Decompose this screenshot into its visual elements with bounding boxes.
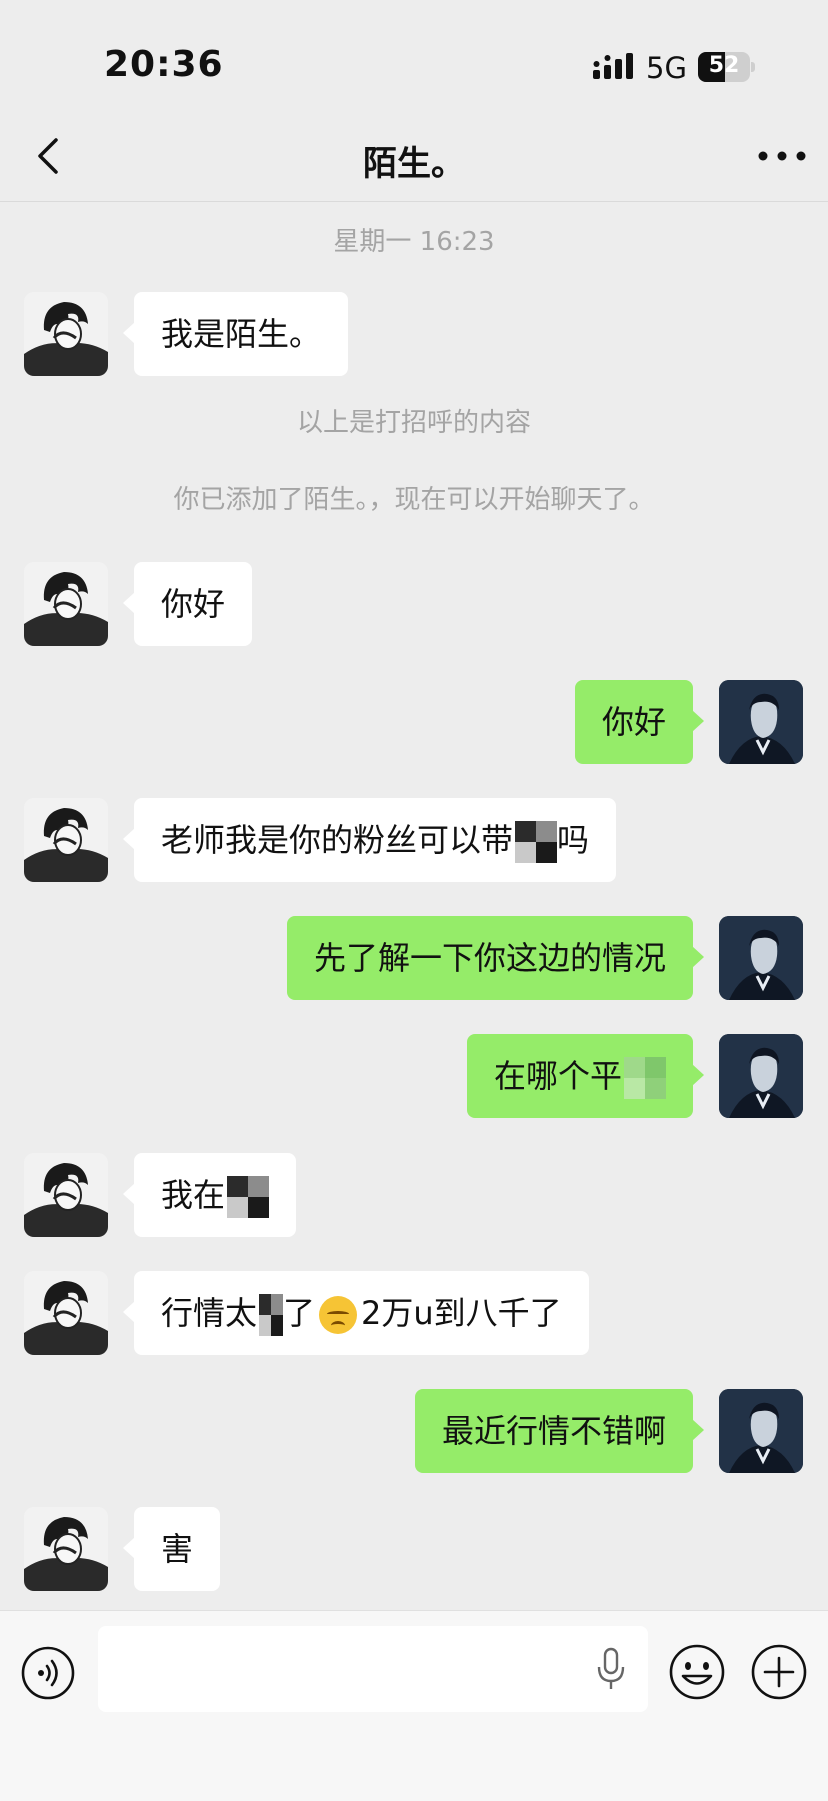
contact-avatar[interactable] [24, 798, 108, 882]
redaction-mosaic [259, 1294, 284, 1336]
greeting-note: 以上是打招呼的内容 [296, 408, 531, 438]
outgoing-bubble[interactable]: 先了解一下你这边的情况 [286, 916, 705, 1000]
outgoing-bubble[interactable]: 你好 [574, 680, 705, 764]
chat-header: 陌生。 [0, 110, 828, 202]
sketch-avatar-icon [24, 1153, 108, 1237]
message-text: 我在 [161, 1176, 226, 1214]
incoming-bubble[interactable]: 老师我是你的粉丝可以带 吗 [122, 798, 617, 882]
message-text: 老师我是你的粉丝可以带 [161, 821, 514, 859]
portrait-avatar-icon [719, 680, 803, 764]
sketch-avatar-icon [24, 1271, 108, 1355]
contact-avatar[interactable] [24, 292, 108, 376]
chat-area[interactable]: 星期一 16:23 我是陌生。 以上是打招呼的内容 你已添加了陌生。，现在可以开… [0, 203, 828, 1610]
message-row: 你好 [0, 562, 828, 646]
sketch-avatar-icon [24, 1507, 108, 1591]
incoming-bubble[interactable]: 你好 [122, 562, 253, 646]
outgoing-bubble[interactable]: 在哪个平 [466, 1034, 705, 1118]
my-avatar[interactable] [719, 916, 803, 1000]
portrait-avatar-icon [719, 1389, 803, 1473]
message-text-tail: 2万u到八千了 [361, 1294, 562, 1332]
incoming-bubble[interactable]: 行情太了 2万u到八千了 [123, 1271, 589, 1355]
emoji-icon[interactable] [668, 1643, 726, 1701]
redaction-mosaic [227, 1176, 270, 1218]
battery-level: 52 [708, 53, 740, 78]
incoming-bubble[interactable]: 害 [122, 1507, 221, 1591]
message-text: 行情太 [161, 1294, 258, 1332]
voice-icon[interactable] [20, 1645, 76, 1701]
portrait-avatar-icon [719, 916, 803, 1000]
message-row: 我在 [0, 1153, 828, 1237]
my-avatar[interactable] [719, 1034, 803, 1118]
incoming-bubble[interactable]: 我在 [122, 1153, 297, 1237]
message-row: 你好 [0, 680, 828, 764]
portrait-avatar-icon [719, 1034, 803, 1118]
friend-added-note: 你已添加了陌生。，现在可以开始聊天了。 [173, 485, 655, 515]
redaction-mosaic [515, 821, 558, 863]
network-type: 5G [646, 51, 687, 85]
my-avatar[interactable] [719, 680, 803, 764]
message-row: 老师我是你的粉丝可以带 吗 [0, 798, 828, 882]
message-row: 最近行情不错啊 [0, 1389, 828, 1473]
contact-avatar[interactable] [24, 1271, 108, 1355]
contact-avatar[interactable] [24, 1153, 108, 1237]
sketch-avatar-icon [24, 798, 108, 882]
message-row: 我是陌生。 [0, 292, 828, 376]
plus-icon[interactable] [750, 1643, 808, 1701]
message-row: 行情太了 2万u到八千了 [0, 1271, 828, 1355]
microphone-icon[interactable] [594, 1647, 628, 1691]
battery-icon: 52 [698, 52, 756, 82]
message-input[interactable] [98, 1626, 648, 1712]
message-row: 在哪个平 [0, 1034, 828, 1118]
message-row: 先了解一下你这边的情况 [0, 916, 828, 1000]
sketch-avatar-icon [24, 292, 108, 376]
contact-avatar[interactable] [24, 562, 108, 646]
sketch-avatar-icon [24, 562, 108, 646]
signal-icon [593, 53, 633, 79]
redaction-mosaic [624, 1057, 666, 1099]
pensive-face-icon [319, 1296, 358, 1334]
message-text-tail: 吗 [557, 821, 590, 859]
message-text-mid: 了 [283, 1294, 316, 1332]
contact-avatar[interactable] [24, 1507, 108, 1591]
status-time: 20:36 [104, 44, 224, 85]
message-row: 害 [0, 1507, 828, 1591]
input-bar [0, 1610, 828, 1801]
chat-title: 陌生。 [363, 144, 465, 184]
my-avatar[interactable] [719, 1389, 803, 1473]
message-text: 在哪个平 [493, 1057, 622, 1095]
outgoing-bubble[interactable]: 最近行情不错啊 [414, 1389, 705, 1473]
message-timestamp: 星期一 16:23 [333, 227, 495, 257]
more-dots-icon[interactable] [752, 134, 812, 178]
incoming-bubble[interactable]: 我是陌生。 [122, 292, 349, 376]
